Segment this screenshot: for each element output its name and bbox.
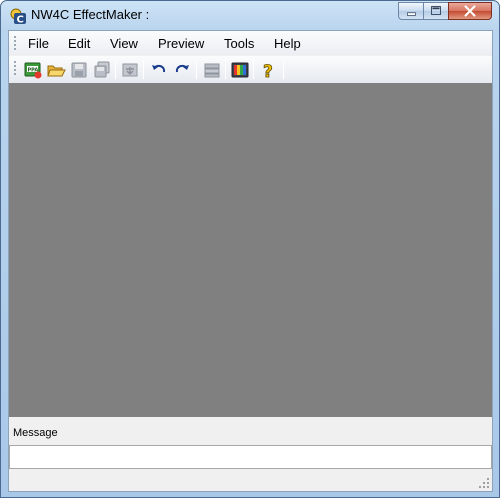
- layers-icon[interactable]: [202, 60, 222, 80]
- export-icon[interactable]: [120, 60, 140, 80]
- window-title: NW4C EffectMaker :: [31, 7, 150, 22]
- minimize-icon: [407, 12, 416, 16]
- minimize-button[interactable]: [398, 2, 424, 20]
- toolbar-separator: [253, 60, 254, 79]
- svg-text:?: ?: [263, 62, 273, 80]
- toolbar-separator: [225, 60, 226, 79]
- menu-view[interactable]: View: [110, 36, 138, 51]
- menu-tools[interactable]: Tools: [224, 36, 254, 51]
- status-bar: [9, 471, 492, 491]
- client-area: File Edit View Preview Tools Help PPA ? …: [8, 30, 493, 492]
- redo-icon[interactable]: [172, 60, 192, 80]
- menu-help[interactable]: Help: [274, 36, 301, 51]
- toolbar-grip[interactable]: [14, 61, 17, 77]
- app-window: C NW4C EffectMaker : File Edit View Prev…: [0, 0, 500, 498]
- svg-text:C: C: [17, 15, 24, 26]
- color-picker-icon[interactable]: [230, 60, 250, 80]
- open-folder-icon[interactable]: [46, 60, 66, 80]
- maximize-icon: [431, 6, 441, 15]
- close-button[interactable]: [448, 2, 492, 20]
- menu-bar: File Edit View Preview Tools Help: [9, 31, 492, 55]
- menu-edit[interactable]: Edit: [68, 36, 90, 51]
- save-all-icon[interactable]: [92, 60, 112, 80]
- toolbar-separator: [115, 60, 116, 79]
- message-label: Message: [13, 427, 58, 439]
- save-icon[interactable]: [69, 60, 89, 80]
- resize-grip-icon[interactable]: [478, 477, 490, 489]
- menubar-grip[interactable]: [14, 36, 17, 52]
- help-icon[interactable]: ?: [259, 60, 279, 80]
- new-effect-icon[interactable]: PPA: [23, 60, 43, 80]
- toolbar-separator: [283, 60, 284, 79]
- toolbar: PPA ?: [9, 56, 492, 83]
- close-icon: [464, 5, 476, 17]
- effect-workspace[interactable]: [9, 83, 492, 417]
- title-bar[interactable]: C NW4C EffectMaker :: [1, 1, 499, 29]
- maximize-button[interactable]: [423, 2, 449, 20]
- undo-icon[interactable]: [149, 60, 169, 80]
- app-icon[interactable]: C: [9, 7, 27, 25]
- toolbar-separator: [196, 60, 197, 79]
- toolbar-separator: [143, 60, 144, 79]
- message-field[interactable]: [9, 445, 492, 469]
- menu-file[interactable]: File: [28, 36, 49, 51]
- menu-preview[interactable]: Preview: [158, 36, 204, 51]
